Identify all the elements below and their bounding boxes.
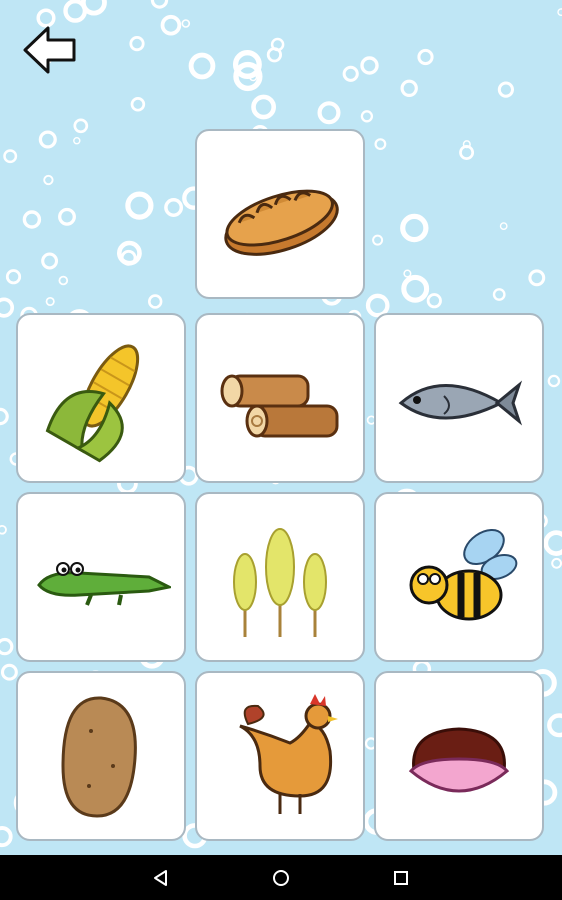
bubble-decoration [125,191,154,220]
fish-icon [398,380,523,426]
bubble-decoration [547,713,562,738]
choice-card-logs[interactable] [195,313,365,483]
bubble-decoration [528,269,546,287]
choice-card-crocodile[interactable] [16,492,186,662]
bubble-decoration [547,374,561,388]
choice-card-wheat[interactable] [195,492,365,662]
bubble-decoration [58,207,76,226]
bubble-decoration [22,210,42,229]
bubble-decoration [0,297,15,318]
bubble-decoration [129,35,145,52]
bubble-decoration [164,198,184,217]
bubble-decoration [551,557,562,569]
target-card[interactable] [195,129,365,299]
arrow-left-icon [23,26,76,74]
bubble-decoration [499,222,508,231]
nav-home-icon [273,869,289,886]
bubble-decoration [0,826,13,848]
choice-card-potato[interactable] [16,671,186,841]
bubble-decoration [3,149,18,164]
bubble-decoration [148,294,163,309]
nav-back-button[interactable] [131,855,191,900]
nav-recents-button[interactable] [371,855,431,900]
bubble-decoration [492,288,506,301]
potato-icon [61,696,137,818]
wheat-icon [233,528,327,637]
corn-icon [45,344,140,463]
bubble-decoration [73,118,89,134]
bubble-decoration [0,407,9,426]
clam-shell-icon [408,727,510,793]
bubble-decoration [403,269,412,278]
bubble-decoration [45,296,55,307]
bread-icon [224,189,339,256]
bubble-decoration [63,0,88,23]
system-nav-bar [0,855,562,900]
bubble-decoration [160,14,182,36]
choice-card-clam-shell[interactable] [374,671,544,841]
bubble-decoration [342,65,359,82]
bubble-decoration [543,530,562,556]
choice-card-fish[interactable] [374,313,544,483]
bubble-decoration [0,663,18,681]
bubble-decoration [417,48,434,66]
game-screen [0,0,562,900]
bubble-decoration [41,252,59,270]
bubble-decoration [58,275,69,286]
choice-card-bee[interactable] [374,492,544,662]
bubble-decoration [360,56,379,75]
nav-back-icon [154,869,167,886]
bubble-decoration [400,79,418,98]
hen-icon [239,694,338,814]
bubble-decoration [360,110,374,123]
bubble-decoration [266,47,282,63]
bubble-decoration [0,637,14,656]
nav-home-button[interactable] [251,855,311,900]
bubble-decoration [374,138,387,151]
bubble-decoration [317,101,341,125]
bubble-decoration [188,52,216,80]
bubble-decoration [130,97,146,112]
logs-icon [220,374,339,438]
bubble-decoration [251,94,277,120]
bubble-decoration [426,293,442,309]
bubble-decoration [5,269,22,285]
back-button[interactable] [20,24,80,76]
bubble-decoration [557,8,562,16]
bubble-decoration [43,174,54,186]
crocodile-icon [37,562,171,606]
bubble-decoration [497,81,514,98]
bubble-decoration [372,234,384,246]
bubble-decoration [400,213,429,243]
bubble-decoration [181,19,191,28]
bubble-decoration [38,130,57,149]
bubble-decoration [401,274,430,303]
choice-card-corn[interactable] [16,313,186,483]
bee-icon [409,528,518,621]
nav-recents-icon [394,870,408,885]
bubble-decoration [150,0,169,9]
bubble-decoration [73,136,81,145]
choice-card-hen[interactable] [195,671,365,841]
bubble-decoration [0,525,7,535]
